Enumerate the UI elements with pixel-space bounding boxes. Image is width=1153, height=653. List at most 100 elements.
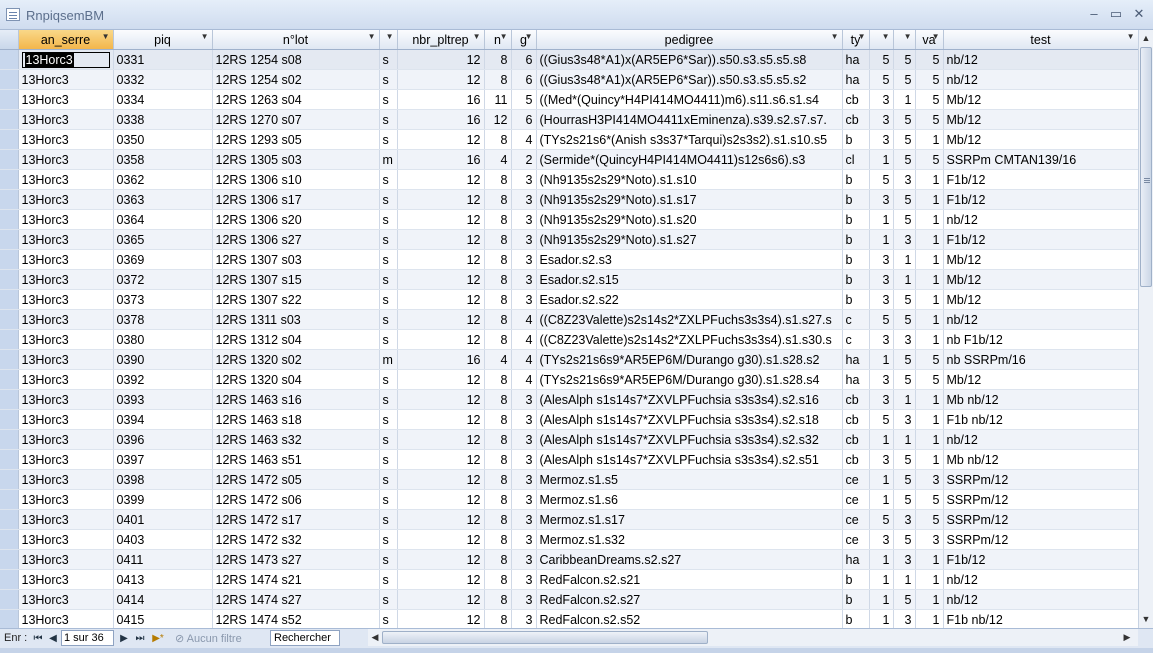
table-cell[interactable]: 8	[484, 129, 512, 150]
table-cell[interactable]: s	[379, 189, 398, 210]
table-cell[interactable]: b	[842, 589, 870, 610]
table-cell[interactable]: 0363	[113, 189, 213, 210]
table-cell[interactable]: 0369	[113, 249, 213, 270]
table-cell[interactable]: 1	[915, 609, 944, 628]
table-cell[interactable]: Esador.s2.s3	[536, 249, 843, 270]
table-cell[interactable]: 1	[915, 329, 944, 350]
table-cell[interactable]: 5	[915, 369, 944, 390]
chevron-down-icon[interactable]: ▼	[1127, 32, 1135, 41]
table-cell[interactable]: 3	[869, 529, 894, 550]
scroll-up-icon[interactable]: ▲	[1139, 30, 1153, 46]
table-cell[interactable]: 0373	[113, 289, 213, 310]
table-cell[interactable]: (TYs2s21s6s9*AR5EP6M/Durango g30).s1.s28…	[536, 369, 843, 390]
table-cell[interactable]: 3	[511, 209, 537, 230]
row-selector[interactable]	[0, 309, 19, 330]
table-cell[interactable]: (Nh9135s2s29*Noto).s1.s27	[536, 229, 843, 250]
table-cell[interactable]: 5	[915, 89, 944, 110]
table-cell[interactable]: 8	[484, 189, 512, 210]
table-cell[interactable]: s	[379, 529, 398, 550]
table-row[interactable]: 13Horc3 0413 12RS 1474 s21 s 12 8 3 RedFalcon.s…	[0, 569, 1138, 590]
table-cell[interactable]: 1	[893, 389, 916, 410]
row-selector[interactable]	[0, 489, 19, 510]
table-row[interactable]: 13Horc3 0401 12RS 1472 s17 s 12 8 3 Mermoz.s1.s…	[0, 509, 1138, 530]
column-header-col4[interactable]: ▼	[379, 30, 398, 50]
table-cell[interactable]: 12	[397, 529, 485, 550]
column-header-pedigree[interactable]: pedigree ▼	[536, 30, 843, 50]
row-selector[interactable]	[0, 269, 19, 290]
table-row[interactable]: 13Horc3 0403 12RS 1472 s32 s 12 8 3 Mermoz.s1.s…	[0, 529, 1138, 550]
table-cell[interactable]: 12RS 1307 s15	[212, 269, 380, 290]
table-cell[interactable]: SSRPm/12	[943, 489, 1138, 510]
table-cell[interactable]: ((C8Z23Valette)s2s14s2*ZXLPFuchs3s3s4).s…	[536, 329, 843, 350]
column-header-va[interactable]: va ▼	[915, 30, 944, 50]
close-button[interactable]: ✕	[1131, 6, 1147, 22]
table-row[interactable]: 13Horc3 0393 12RS 1463 s16 s 12 8 3 (AlesAlph s…	[0, 389, 1138, 410]
table-cell[interactable]: 12	[397, 129, 485, 150]
table-cell[interactable]: 12	[397, 229, 485, 250]
scroll-down-icon[interactable]: ▼	[1139, 611, 1153, 627]
horizontal-scrollbar[interactable]: ◀ ▶	[368, 629, 1138, 646]
table-cell[interactable]: 13Horc3	[18, 249, 114, 270]
column-header-g[interactable]: g ▼	[511, 30, 537, 50]
table-cell[interactable]: Mb nb/12	[943, 389, 1138, 410]
table-cell[interactable]: F1b nb/12	[943, 609, 1138, 628]
table-cell[interactable]: 1	[915, 389, 944, 410]
table-cell[interactable]: b	[842, 189, 870, 210]
table-cell[interactable]: 13Horc3	[18, 129, 114, 150]
row-selector[interactable]	[0, 549, 19, 570]
table-cell[interactable]: cb	[842, 449, 870, 470]
table-cell[interactable]: 8	[484, 469, 512, 490]
table-cell[interactable]: b	[842, 269, 870, 290]
table-cell[interactable]: 8	[484, 269, 512, 290]
table-row[interactable]: 13Horc3 0363 12RS 1306 s17 s 12 8 3 (Nh9135s2s2…	[0, 189, 1138, 210]
table-cell[interactable]: 1	[869, 549, 894, 570]
table-cell[interactable]: 12	[397, 569, 485, 590]
table-cell[interactable]: 4	[511, 369, 537, 390]
table-cell[interactable]: 5	[915, 69, 944, 90]
table-cell[interactable]: 3	[893, 509, 916, 530]
table-cell[interactable]: 5	[893, 449, 916, 470]
table-cell[interactable]: 5	[893, 149, 916, 170]
table-cell[interactable]: 5	[915, 489, 944, 510]
table-cell[interactable]: 1	[915, 309, 944, 330]
table-cell[interactable]: b	[842, 249, 870, 270]
table-cell[interactable]: 8	[484, 409, 512, 430]
table-cell[interactable]: 12	[397, 329, 485, 350]
table-cell[interactable]: s	[379, 249, 398, 270]
table-cell[interactable]: s	[379, 469, 398, 490]
table-cell[interactable]: s	[379, 89, 398, 110]
table-row[interactable]: 13Horc3 0331 12RS 1254 s08 s 12 8 6 ((Gius3s48*…	[0, 49, 1138, 70]
table-cell[interactable]: s	[379, 389, 398, 410]
table-cell[interactable]: 3	[893, 549, 916, 570]
row-selector[interactable]	[0, 209, 19, 230]
row-selector[interactable]	[0, 89, 19, 110]
table-cell[interactable]: cb	[842, 389, 870, 410]
row-selector[interactable]	[0, 189, 19, 210]
chevron-down-icon[interactable]: ▼	[858, 32, 866, 41]
table-cell[interactable]: 4	[511, 349, 537, 370]
table-cell[interactable]: Mb/12	[943, 129, 1138, 150]
column-header-piq[interactable]: piq ▼	[113, 30, 213, 50]
table-cell[interactable]: s	[379, 509, 398, 530]
table-cell[interactable]: 13Horc3	[18, 609, 114, 628]
table-cell[interactable]: 3	[511, 289, 537, 310]
table-cell[interactable]: Esador.s2.s15	[536, 269, 843, 290]
chevron-down-icon[interactable]: ▼	[102, 32, 110, 41]
table-cell[interactable]: nb/12	[943, 589, 1138, 610]
table-cell[interactable]: 12RS 1306 s17	[212, 189, 380, 210]
table-cell[interactable]: 16	[397, 149, 485, 170]
table-cell[interactable]: 3	[915, 469, 944, 490]
chevron-down-icon[interactable]: ▼	[201, 32, 209, 41]
table-cell[interactable]: 3	[869, 109, 894, 130]
table-cell[interactable]: 13Horc3	[18, 109, 114, 130]
table-cell[interactable]: 1	[893, 429, 916, 450]
table-cell[interactable]: b	[842, 169, 870, 190]
first-record-icon[interactable]: ⏮	[32, 631, 44, 646]
row-selector[interactable]	[0, 509, 19, 530]
minimize-button[interactable]: ‒	[1086, 6, 1102, 22]
table-cell[interactable]: 4	[511, 329, 537, 350]
table-cell[interactable]: 8	[484, 329, 512, 350]
table-row[interactable]: 13Horc3 0378 12RS 1311 s03 s 12 8 4 ((C8Z23Vale…	[0, 309, 1138, 330]
table-cell[interactable]: s	[379, 369, 398, 390]
table-cell[interactable]: b	[842, 289, 870, 310]
